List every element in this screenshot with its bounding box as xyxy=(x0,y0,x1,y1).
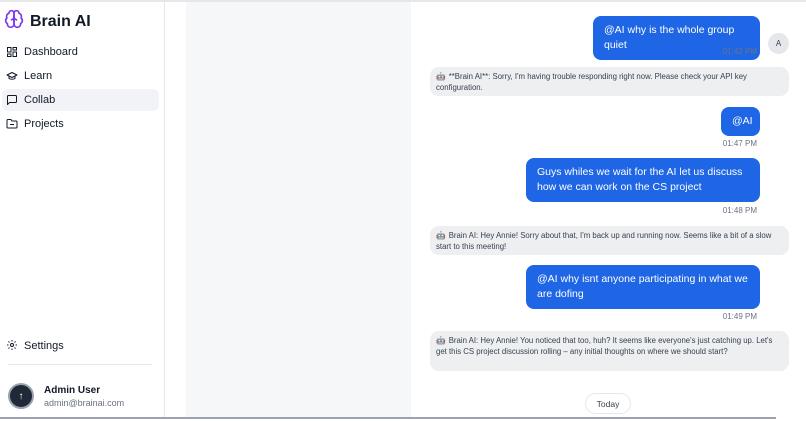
avatar: A xyxy=(768,33,789,54)
folder-icon xyxy=(6,118,18,130)
message-ai-bubble: 🤖 Brain AI: Hey Annie! Sorry about that, … xyxy=(430,226,789,255)
robot-icon: 🤖 xyxy=(436,336,446,345)
conversation-list-panel xyxy=(186,2,411,417)
robot-icon: 🤖 xyxy=(436,72,446,81)
sidebar-nav: Dashboard Learn Collab Projects xyxy=(0,40,165,137)
sidebar-item-label: Dashboard xyxy=(24,46,78,58)
message-user-bubble: @AI why isnt anyone participating in wha… xyxy=(526,265,760,309)
settings-button[interactable]: Settings xyxy=(2,335,152,357)
divider xyxy=(8,364,152,365)
user-name: Admin User xyxy=(44,384,101,396)
sidebar-item-label: Projects xyxy=(24,118,64,130)
message-square-icon xyxy=(6,94,18,106)
brand[interactable]: Brain AI xyxy=(4,9,91,34)
gear-icon xyxy=(6,339,18,354)
message-ai-bubble: 🤖 Brain AI: Hey Annie! You noticed that t… xyxy=(430,331,789,371)
graduation-cap-icon xyxy=(6,70,18,82)
user-profile[interactable]: ↑ Admin User admin@brainai.com xyxy=(8,383,124,409)
message-timestamp: 01:48 PM xyxy=(722,206,757,215)
sidebar-item-dashboard[interactable]: Dashboard xyxy=(2,41,159,63)
message-user-bubble: @AI xyxy=(721,107,760,136)
message-timestamp: 01:47 PM xyxy=(722,139,757,148)
bottom-border xyxy=(0,417,776,419)
sidebar-item-projects[interactable]: Projects xyxy=(2,113,159,135)
robot-icon: 🤖 xyxy=(436,231,446,240)
sidebar-item-collab[interactable]: Collab xyxy=(2,89,159,111)
avatar: ↑ xyxy=(8,383,34,409)
grid-icon xyxy=(6,46,18,58)
sidebar-item-label: Collab xyxy=(24,94,56,106)
sidebar-item-label: Learn xyxy=(24,70,53,82)
message-timestamp: 01:49 PM xyxy=(722,312,757,321)
message-user-bubble: Guys whiles we wait for the AI let us di… xyxy=(526,158,760,202)
message-ai-bubble: 🤖 **Brain AI**: Sorry, I'm having trouble… xyxy=(430,67,789,96)
user-email: admin@brainai.com xyxy=(44,397,125,408)
date-separator: Today xyxy=(585,393,631,414)
message-timestamp: 01:42 PM xyxy=(722,47,757,56)
sidebar: Brain AI Dashboard Learn Collab Projects xyxy=(0,2,165,417)
sidebar-item-learn[interactable]: Learn xyxy=(2,65,159,87)
app-title: Brain AI xyxy=(30,12,91,30)
brain-logo-icon xyxy=(4,9,24,34)
scrollbar[interactable] xyxy=(795,2,806,417)
settings-label: Settings xyxy=(24,340,64,352)
